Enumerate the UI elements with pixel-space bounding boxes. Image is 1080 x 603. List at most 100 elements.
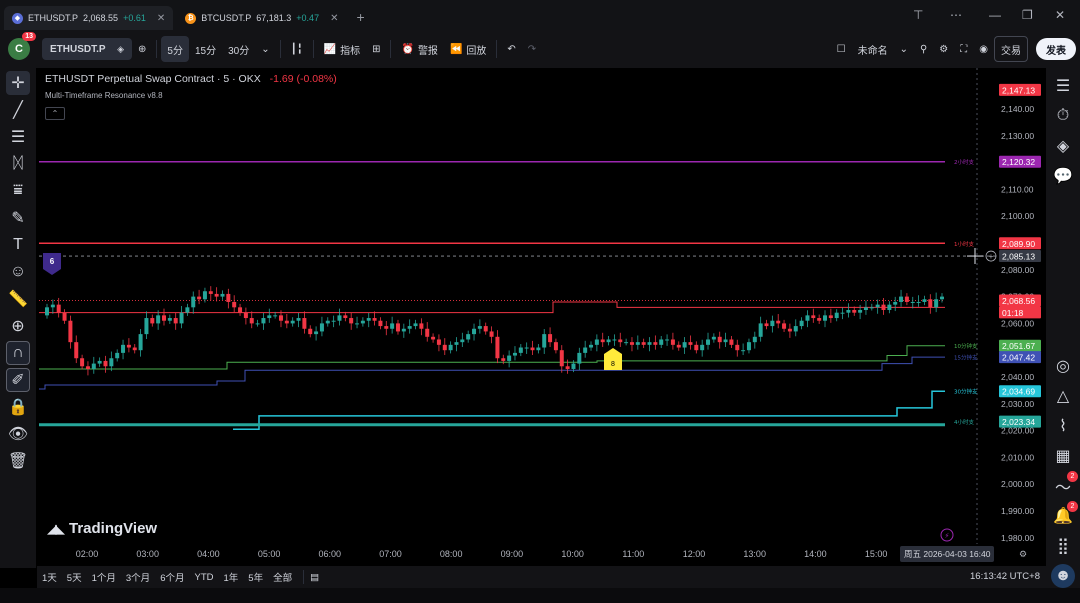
target-icon[interactable]: ◎: [1051, 354, 1075, 378]
fib-icon[interactable]: ⩸: [6, 179, 30, 203]
bell-icon[interactable]: 🔔 2: [1051, 501, 1078, 528]
candle-body: [881, 304, 886, 310]
browser-tab-bar: ◆ ETHUSDT.P 2,068.55 +0.61 ✕ ₿ BTCUSDT.P…: [0, 0, 1080, 30]
candle-body: [314, 331, 319, 335]
price-chart[interactable]: 2,140.002,130.002,120.002,110.002,100.00…: [37, 68, 1043, 544]
diamond-icon: ◈: [117, 43, 124, 54]
emoji-icon[interactable]: ☺: [6, 260, 30, 284]
level-label: 30分钟支: [954, 388, 978, 396]
new-tab-icon[interactable]: +: [356, 9, 364, 25]
candle-body: [776, 320, 781, 324]
alerts-clock-icon[interactable]: ⏱: [1051, 104, 1075, 128]
candle-body: [62, 312, 67, 321]
tab-btcusdt[interactable]: ₿ BTCUSDT.P 67,181.3 +0.47 ✕: [177, 6, 346, 30]
pattern-icon[interactable]: ᛞ: [6, 152, 30, 176]
layout-name[interactable]: 未命名: [852, 36, 894, 62]
range-button[interactable]: 3个月: [121, 570, 155, 584]
stream-icon[interactable]: 〜 2: [1051, 471, 1078, 498]
text-icon[interactable]: T: [6, 233, 30, 257]
range-button[interactable]: 5天: [62, 570, 87, 584]
range-button[interactable]: 1个月: [87, 570, 121, 584]
magnet-icon[interactable]: ∩: [6, 341, 30, 365]
more-icon[interactable]: ⋯: [950, 8, 962, 22]
close-tab-icon[interactable]: ✕: [157, 13, 165, 24]
compare-add-icon[interactable]: ⊕: [132, 36, 152, 62]
candle-body: [665, 339, 670, 341]
apps-grid-icon[interactable]: ⣿: [1051, 534, 1075, 558]
axis-settings-icon[interactable]: ⚙: [1019, 549, 1027, 560]
candle-body: [928, 299, 933, 308]
trash-icon[interactable]: 🗑: [6, 449, 30, 473]
candle-body: [758, 323, 763, 337]
tab-ethusdt[interactable]: ◆ ETHUSDT.P 2,068.55 +0.61 ✕: [4, 6, 174, 30]
interval-dropdown-icon[interactable]: ⌄: [255, 36, 275, 62]
pulse-icon[interactable]: ⌇: [1051, 414, 1075, 438]
zoom-in-icon[interactable]: ⊕: [6, 314, 30, 338]
candle-body: [91, 363, 96, 369]
draw-lock-icon[interactable]: ✐: [6, 368, 30, 392]
candle-body: [916, 301, 921, 303]
layout-dropdown-icon[interactable]: ⌄: [894, 36, 914, 62]
time-tick-label: 04:00: [197, 549, 220, 559]
chart-canvas[interactable]: 2,140.002,130.002,120.002,110.002,100.00…: [37, 68, 1043, 544]
go-to-date-icon[interactable]: ▤: [310, 572, 319, 583]
replay-button[interactable]: ⏪ 回放: [444, 36, 492, 62]
range-button[interactable]: 1天: [37, 570, 62, 584]
signal-marker-8-label: 8: [611, 361, 615, 368]
watchlist-icon[interactable]: ☰: [1051, 74, 1075, 98]
candle-body: [97, 360, 102, 364]
close-window-icon[interactable]: ✕: [1055, 8, 1065, 22]
candles-icon[interactable]: ┃╏: [285, 36, 309, 62]
visibility-eye-icon[interactable]: 👁: [6, 422, 30, 446]
timezone-clock[interactable]: 16:13:42 UTC+8: [970, 571, 1040, 582]
range-button[interactable]: 全部: [268, 570, 297, 584]
candle-body: [530, 347, 535, 351]
symbol-search[interactable]: ETHUSDT.P ◈: [42, 38, 132, 60]
candle-body: [711, 336, 716, 340]
trade-button[interactable]: 交易: [994, 36, 1028, 62]
maximize-icon[interactable]: ❐: [1022, 8, 1033, 22]
layout-icon[interactable]: ⊤: [913, 8, 923, 22]
horizontal-lines-icon[interactable]: ☰: [6, 125, 30, 149]
ideas-icon[interactable]: △: [1051, 384, 1075, 408]
chat-icon[interactable]: 💬: [1051, 164, 1075, 188]
range-button[interactable]: YTD: [189, 572, 218, 583]
layout-checkbox-icon[interactable]: ☐: [831, 36, 852, 62]
time-axis[interactable]: 02:00 03:00 04:00 05:00 06:00 07:00 08:00 09:00…: [37, 544, 1043, 564]
lock-icon[interactable]: 🔒: [6, 395, 30, 419]
range-button[interactable]: 6个月: [155, 570, 189, 584]
layers-icon[interactable]: ◈: [1051, 134, 1075, 158]
close-tab-icon[interactable]: ✕: [330, 13, 338, 24]
candle-body: [828, 315, 833, 319]
legend-collapse-icon[interactable]: ⌃: [45, 107, 65, 120]
candle-body: [208, 291, 213, 294]
crosshair-icon[interactable]: ✛: [6, 71, 30, 95]
alert-button[interactable]: ⏰ 警报: [395, 36, 443, 62]
trend-line-icon[interactable]: ╱: [6, 98, 30, 122]
snapshot-camera-icon[interactable]: ◉: [973, 36, 994, 62]
indicators-button[interactable]: 📈 指标: [318, 36, 366, 62]
templates-icon[interactable]: ⊞: [366, 36, 386, 62]
interval-15m[interactable]: 15分: [189, 36, 222, 62]
interval-5m[interactable]: 5分: [161, 36, 189, 62]
avatar[interactable]: C 13: [8, 32, 36, 60]
range-button[interactable]: 1年: [218, 570, 243, 584]
candle-body: [372, 318, 377, 321]
help-avatar-icon[interactable]: ☻: [1051, 564, 1075, 588]
undo-icon[interactable]: ↶: [501, 36, 521, 62]
candle-body: [331, 320, 336, 322]
notification-badge: 2: [1067, 501, 1078, 512]
range-button[interactable]: 5年: [243, 570, 268, 584]
brush-icon[interactable]: ✎: [6, 206, 30, 230]
interval-30m[interactable]: 30分: [222, 36, 255, 62]
minimize-icon[interactable]: —: [989, 8, 1001, 22]
ruler-icon[interactable]: 📏: [6, 287, 30, 311]
fullscreen-icon[interactable]: ⛶: [954, 36, 973, 62]
settings-gear-icon[interactable]: ⚙: [933, 36, 954, 62]
calendar-icon[interactable]: ▦: [1051, 444, 1075, 468]
publish-button[interactable]: 发表: [1036, 38, 1076, 60]
quick-search-icon[interactable]: ⚲: [914, 36, 933, 62]
candle-body: [553, 342, 558, 351]
redo-icon[interactable]: ↷: [522, 36, 542, 62]
tab-symbol: BTCUSDT.P: [201, 13, 252, 23]
